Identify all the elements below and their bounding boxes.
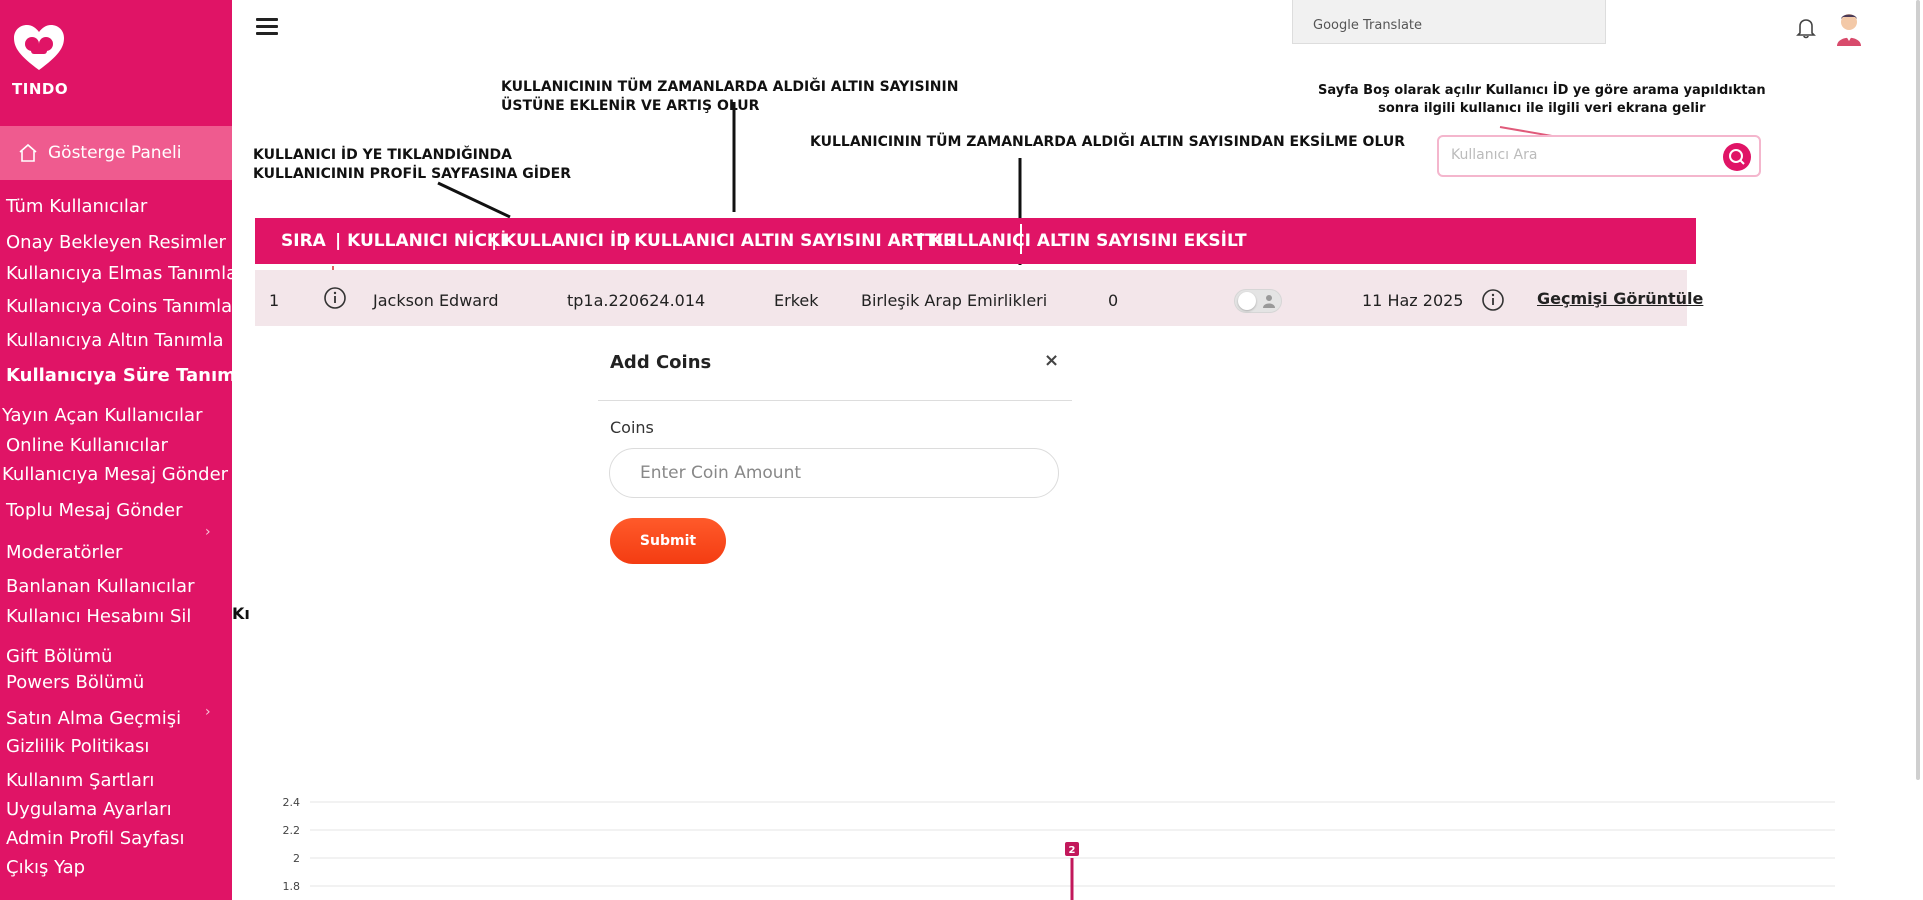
column-header-increase[interactable]: | KULLANICI ALTIN SAYISINI ARTTIR (622, 231, 956, 251)
admin-page: TINDO Gösterge Paneli Tüm Kullanıcılar O… (0, 0, 1923, 900)
user-id-link[interactable]: tp1a.220624.014 (567, 291, 705, 310)
modal-title: Add Coins (610, 352, 712, 373)
column-header-sira: SIRA (281, 231, 326, 251)
user-gender: Erkek (774, 291, 819, 310)
column-divider (1020, 224, 1022, 254)
column-header-decrease[interactable]: | KULLANICI ALTIN SAYISINI EKSİLT (918, 231, 1247, 251)
registration-date: 11 Haz 2025 (1362, 291, 1464, 310)
close-icon[interactable]: × (1044, 350, 1059, 371)
user-search (1437, 135, 1761, 177)
view-history-link[interactable]: Geçmişi Görüntüle (1537, 289, 1703, 308)
chart-bar[interactable] (1070, 858, 1074, 900)
modal-divider (598, 400, 1072, 401)
user-country: Birleşik Arap Emirlikleri (861, 291, 1048, 310)
data-label: 2 (1069, 845, 1076, 856)
y-tick-label: 2.4 (283, 796, 301, 809)
info-icon[interactable] (1481, 288, 1505, 312)
coin-amount-input[interactable] (609, 448, 1059, 498)
scrollbar[interactable] (1916, 0, 1920, 780)
user-nick: Jackson Edward (373, 291, 499, 310)
column-header-id: | KULLANICI İD (491, 231, 631, 251)
user-icon (1263, 295, 1275, 308)
submit-button[interactable]: Submit (610, 518, 726, 564)
status-toggle[interactable] (1234, 289, 1282, 313)
search-input[interactable] (1451, 147, 1701, 163)
row-index: 1 (269, 291, 280, 310)
table-row: 1 Jackson Edward tp1a.220624.014 Erkek B… (255, 270, 1703, 326)
gold-count: 0 (1108, 291, 1119, 310)
search-icon (1729, 149, 1745, 165)
coins-label: Coins (610, 418, 654, 437)
y-tick-label: 2.2 (283, 824, 301, 837)
y-tick-label: 2 (293, 852, 300, 865)
search-button[interactable] (1723, 143, 1751, 171)
truncated-text: Kı (232, 604, 250, 623)
info-icon[interactable] (323, 286, 347, 310)
bottom-chart: 2.4 2.2 2 1.8 2 (283, 796, 1835, 900)
y-tick-label: 1.8 (283, 880, 301, 893)
column-header-nick: | KULLANICI NİCKİ (335, 231, 507, 251)
toggle-knob (1238, 292, 1256, 310)
table-header: SIRA | KULLANICI NİCKİ | KULLANICI İD | … (255, 218, 1696, 264)
